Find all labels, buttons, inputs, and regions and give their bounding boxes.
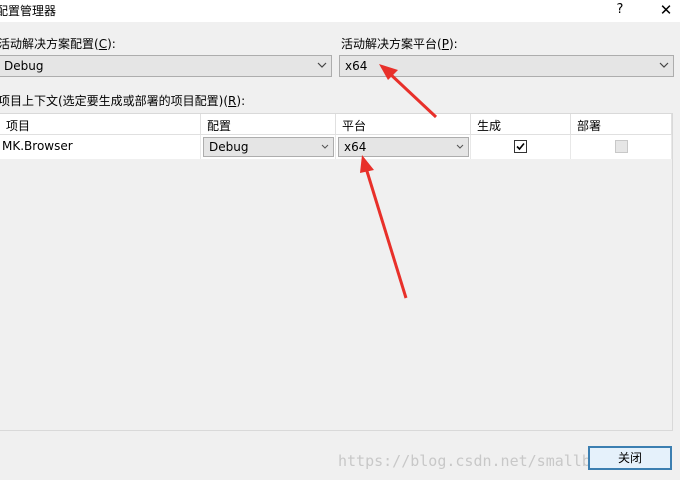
watermark: https://blog.csdn.net/smallbirdy bbox=[338, 452, 627, 470]
close-button[interactable]: 关闭 bbox=[588, 446, 672, 470]
annotation-arrow bbox=[379, 64, 438, 119]
annotation-arrows bbox=[360, 64, 438, 299]
annotation-arrow bbox=[360, 155, 408, 299]
